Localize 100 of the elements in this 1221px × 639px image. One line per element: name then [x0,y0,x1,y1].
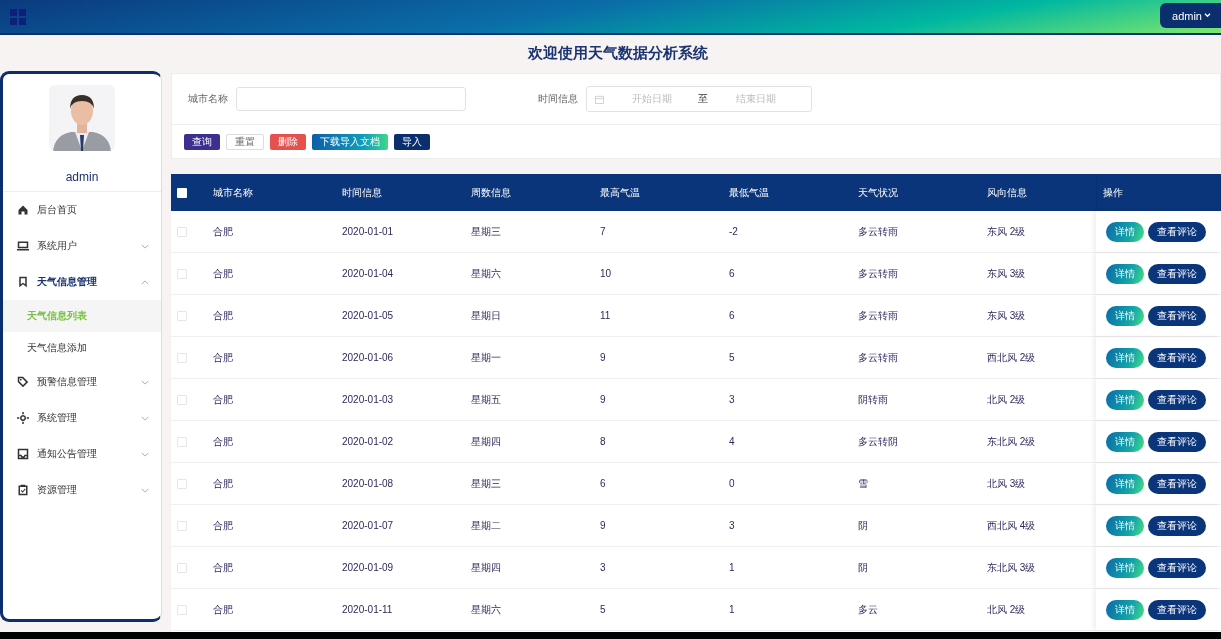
import-button[interactable]: 导入 [394,133,430,150]
menu-item[interactable]: 系统用户 [3,228,161,264]
home-icon [17,204,29,216]
details-button[interactable]: 详情 [1106,557,1144,578]
clipboard-icon [17,484,29,496]
checkbox[interactable] [177,310,187,321]
comments-button[interactable]: 查看评论 [1148,389,1206,410]
comments-button[interactable]: 查看评论 [1148,515,1206,536]
menu-item[interactable]: 资源管理 [3,472,161,508]
checkbox[interactable] [177,268,187,279]
details-button[interactable]: 详情 [1106,389,1144,410]
chevron-icon [141,487,149,493]
query-button[interactable]: 查询 [184,133,220,150]
column-header: 风向信息 [986,185,1028,200]
table-cell-text: 合肥 [212,476,234,491]
column-header: 操作 [1096,174,1221,211]
checkbox[interactable] [177,187,187,198]
comments-button[interactable]: 查看评论 [1148,263,1206,284]
city-input-field[interactable] [236,87,466,111]
menu-item[interactable]: 后台首页 [3,192,161,228]
table-cell-text: 合肥 [212,308,234,323]
details-button[interactable]: 详情 [1106,515,1144,536]
delete-button[interactable]: 删除 [270,133,306,150]
menu-item[interactable]: 预警信息管理 [3,364,161,400]
details-button[interactable]: 详情 [1106,305,1144,326]
monitor-icon [17,240,29,252]
table-cell-text: 东北风 2级 [986,434,1037,449]
submenu-item[interactable]: 天气信息添加 [3,332,161,364]
table-cell-text: 多云转阴 [857,434,899,449]
table-cell-text: 多云转雨 [857,308,899,323]
table-cell-text: 6 [599,478,607,489]
table-cell-text: 东北风 3级 [986,560,1037,575]
table-cell-text: 8 [599,436,607,447]
table-cell-text: 北风 2级 [986,392,1027,407]
comments-button[interactable]: 查看评论 [1148,305,1206,326]
chevron-icon [141,451,149,457]
table-cell-text: 星期二 [470,518,502,533]
checkbox[interactable] [177,352,187,363]
table-cell-text: 星期五 [470,392,502,407]
menu-icon[interactable] [10,8,26,25]
checkbox[interactable] [177,436,187,447]
table-cell-text: 9 [599,394,607,405]
sun-icon [17,412,29,424]
table-cell-text: 11 [599,310,612,321]
table-cell-text: 3 [599,562,607,573]
field-label: 时间信息 [538,92,578,106]
chevron-icon [141,243,149,249]
comments-button[interactable]: 查看评论 [1148,431,1206,452]
table-cell-text: 5 [599,604,607,615]
table-cell-text: 2020-01-06 [341,352,395,363]
comments-button[interactable]: 查看评论 [1148,599,1206,620]
user-menu-button[interactable]: admin [1160,3,1221,28]
details-button[interactable]: 详情 [1106,347,1144,368]
table-cell-text: 合肥 [212,602,234,617]
comments-button[interactable]: 查看评论 [1148,347,1206,368]
checkbox[interactable] [177,478,187,489]
table-cell-text: 星期四 [470,434,502,449]
table-cell-text: 2020-01-05 [341,310,395,321]
column-header: 时间信息 [341,185,383,200]
details-button[interactable]: 详情 [1106,263,1144,284]
field-label: 城市名称 [188,92,228,106]
menu-item[interactable]: 系统管理 [3,400,161,436]
table-cell-text: 东风 2级 [986,224,1027,239]
table-cell-text: 北风 2级 [986,602,1027,617]
table-cell-text: 9 [599,352,607,363]
inbox-icon [17,448,29,460]
table-cell-text: 3 [728,394,736,405]
chevron-icon [141,379,149,385]
download-button[interactable]: 下载导入文档 [312,133,388,150]
details-button[interactable]: 详情 [1106,473,1144,494]
comments-button[interactable]: 查看评论 [1148,557,1206,578]
table-cell-text: 东风 3级 [986,266,1027,281]
table-cell-text: 阴转雨 [857,392,889,407]
table-cell-text: 西北风 2级 [986,350,1037,365]
table-cell-text: 多云 [857,602,879,617]
checkbox[interactable] [177,394,187,405]
menu-item[interactable]: 天气信息管理 [3,264,161,300]
table-cell-text: 2020-01-09 [341,562,395,573]
bookmark-icon [17,276,29,288]
table-cell-text: 东风 3级 [986,308,1027,323]
table-cell-text: 合肥 [212,224,234,239]
checkbox[interactable] [177,226,187,237]
column-header: 城市名称 [212,185,254,200]
table-cell-text: 合肥 [212,266,234,281]
menu-item[interactable]: 通知公告管理 [3,436,161,472]
checkbox[interactable] [177,562,187,573]
table-cell-text: 2020-01-01 [341,226,395,237]
column-header: 最高气温 [599,185,641,200]
reset-button[interactable]: 重置 [226,133,264,150]
details-button[interactable]: 详情 [1106,431,1144,452]
table-cell-text: 合肥 [212,560,234,575]
column-header: 周数信息 [470,185,512,200]
checkbox[interactable] [177,520,187,531]
comments-button[interactable]: 查看评论 [1148,221,1206,242]
comments-button[interactable]: 查看评论 [1148,473,1206,494]
details-button[interactable]: 详情 [1106,221,1144,242]
details-button[interactable]: 详情 [1106,599,1144,620]
table-cell-text: 星期一 [470,350,502,365]
checkbox[interactable] [177,604,187,615]
table-cell-text: 多云转雨 [857,266,899,281]
